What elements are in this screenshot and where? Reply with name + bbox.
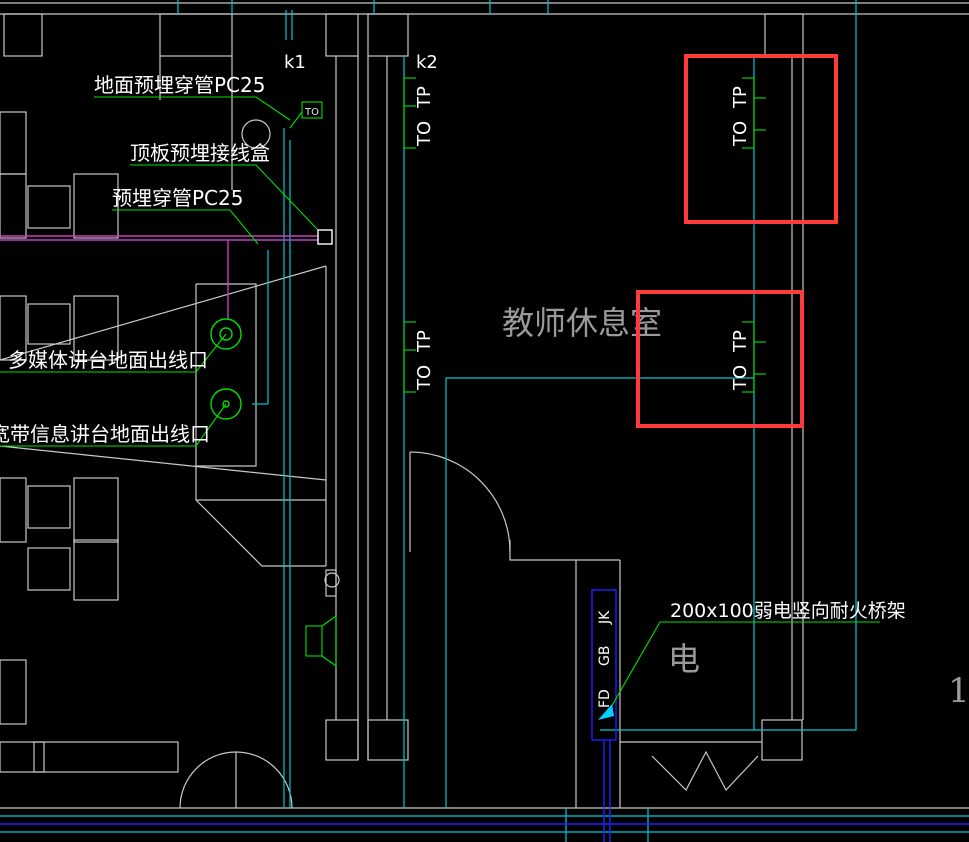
partial-room-char: 电 <box>668 640 700 678</box>
tray-tags: JK GB FD <box>597 610 613 708</box>
svg-text:TP: TP <box>730 330 751 353</box>
cable-lines <box>0 0 969 842</box>
label-embedded-conduit: 预埋穿管PC25 <box>112 186 243 210</box>
tag-k2: k2 <box>416 52 438 73</box>
edge-char: 1 <box>948 671 969 711</box>
svg-text:TO: TO <box>414 121 435 147</box>
svg-text:TO: TO <box>730 365 751 391</box>
label-floor-conduit: 地面预埋穿管PC25 <box>94 73 265 97</box>
walls <box>0 2 969 809</box>
tag-k1: k1 <box>284 52 306 73</box>
svg-text:TO: TO <box>730 121 751 147</box>
highlight-box-upper <box>684 54 838 224</box>
label-tray: 200x100弱电竖向耐火桥架 <box>670 600 906 622</box>
svg-text:FD: FD <box>597 689 613 708</box>
outlet-tags-k2-upper: TP TO <box>414 86 435 147</box>
vertical-tray <box>0 589 969 842</box>
outlet-tags-right-upper: TP TO <box>730 86 751 147</box>
embedded-conduit-line <box>0 235 318 320</box>
svg-text:TP: TP <box>414 86 435 109</box>
svg-text:TP: TP <box>730 86 751 109</box>
svg-text:JK: JK <box>597 610 613 625</box>
svg-text:TO: TO <box>414 365 435 391</box>
tag-to-ceiling: TO <box>304 107 319 118</box>
label-ceiling-box: 顶板预埋接线盒 <box>130 141 270 165</box>
highlight-box-lower <box>636 290 804 428</box>
cad-drawing: 地面预埋穿管PC25 顶板预埋接线盒 预埋穿管PC25 多媒体讲台地面出线口 宽… <box>0 0 969 842</box>
svg-text:TP: TP <box>414 330 435 353</box>
ceiling-junction-box <box>317 229 333 245</box>
svg-text:GB: GB <box>597 646 613 666</box>
outlet-tags-right-lower: TP TO <box>730 330 751 391</box>
label-broadband-outlet: 宽带信息讲台地面出线口 <box>0 422 210 446</box>
outlet-tags-k2-lower: TP TO <box>414 330 435 391</box>
label-multimedia-outlet: 多媒体讲台地面出线口 <box>8 348 208 372</box>
